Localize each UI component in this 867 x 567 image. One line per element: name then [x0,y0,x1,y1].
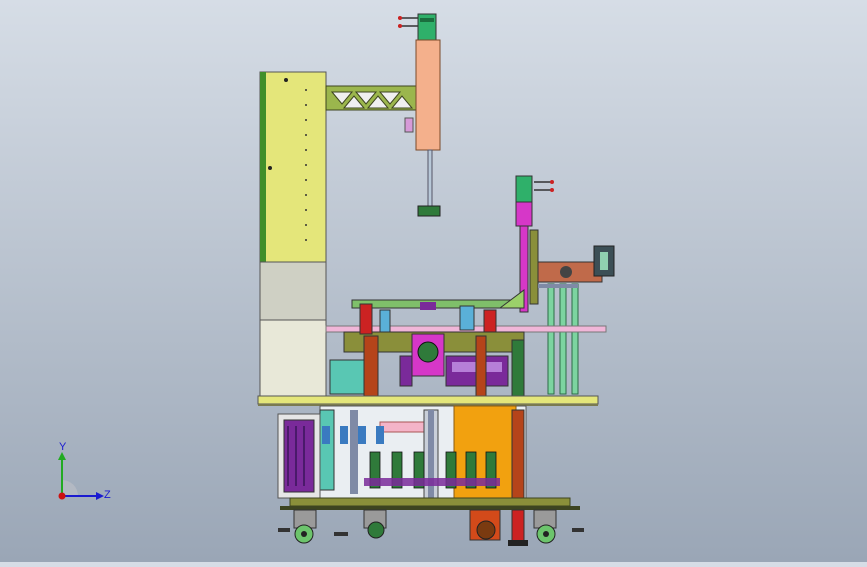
lower-cabinet [319,405,527,501]
left-column [259,71,327,399]
base-plate [257,395,599,406]
right-motor-unit [537,245,615,395]
cad-viewport[interactable]: Y Z [0,0,867,562]
y-axis-label: Y [59,441,67,453]
z-axis-arrow [96,492,104,500]
y-axis-arrow [58,452,66,460]
machine-assembly-drawing[interactable] [0,0,867,562]
upper-cylinder [398,13,441,217]
caster-wheels [278,509,584,546]
truss-arm [325,85,419,111]
z-axis-label: Z [104,489,111,501]
origin-marker [58,492,66,500]
bottom-frame [280,497,580,510]
coordinate-triad: Y Z [58,441,111,501]
side-motor [277,413,321,499]
